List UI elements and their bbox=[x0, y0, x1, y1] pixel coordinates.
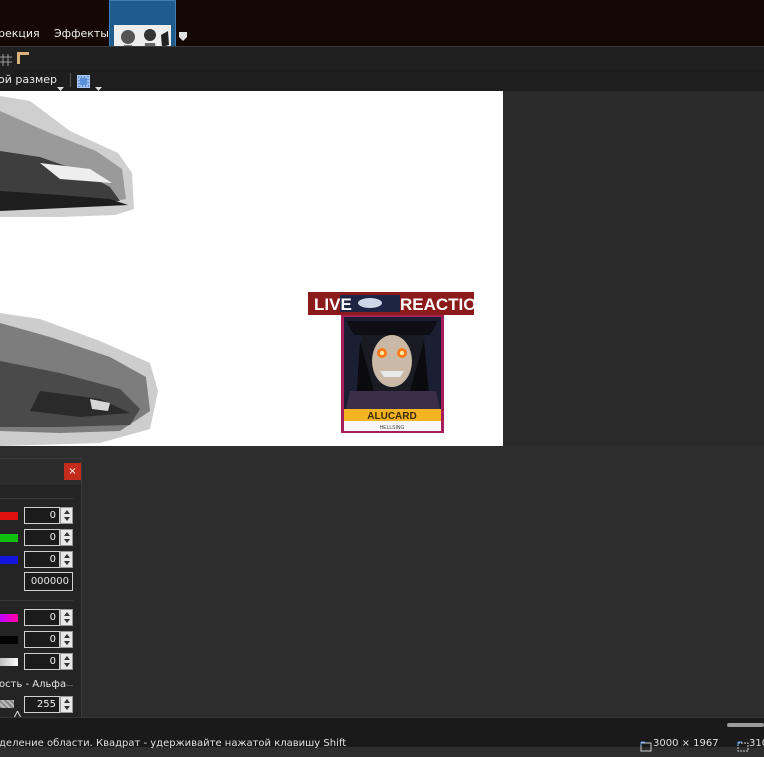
hue-input[interactable]: 0 bbox=[24, 609, 60, 626]
close-button[interactable]: × bbox=[64, 463, 81, 480]
alpha-label: ость - Альфа bbox=[0, 679, 67, 690]
colors-panel: × 0 0 0 000000 0 0 0 ость - Альфа 255 bbox=[0, 458, 82, 723]
slider-handle-icon[interactable] bbox=[13, 703, 22, 719]
green-spinner[interactable] bbox=[60, 529, 73, 546]
alpha-slider[interactable] bbox=[0, 700, 14, 708]
workspace-background bbox=[503, 91, 764, 446]
divider bbox=[0, 498, 73, 499]
blue-input[interactable]: 0 bbox=[24, 551, 60, 568]
alpha-input[interactable]: 255 bbox=[24, 696, 60, 713]
status-bar: деление области. Квадрат - удерживайте н… bbox=[0, 717, 764, 752]
size-mode-dropdown[interactable]: ой размер bbox=[0, 73, 57, 86]
saturation-input[interactable]: 0 bbox=[24, 631, 60, 648]
tools-toolbar bbox=[0, 46, 764, 71]
green-input[interactable]: 0 bbox=[24, 529, 60, 546]
selection-size-icon bbox=[737, 738, 749, 752]
saturation-slider[interactable] bbox=[0, 636, 18, 644]
alpha-spinner[interactable] bbox=[60, 696, 73, 713]
series-name: HELLSING bbox=[380, 425, 405, 431]
hex-input[interactable]: 000000 bbox=[24, 572, 73, 591]
value-slider[interactable] bbox=[0, 658, 18, 666]
blue-spinner[interactable] bbox=[60, 551, 73, 568]
image-size: 3000 × 1967 bbox=[653, 738, 719, 749]
image-canvas[interactable]: LIVE REACTION ALUCARD HELLSING bbox=[0, 91, 503, 446]
chevron-down-icon[interactable] bbox=[57, 77, 64, 91]
separator bbox=[70, 73, 71, 87]
divider bbox=[66, 685, 73, 686]
image-size-icon bbox=[640, 738, 652, 752]
grid-icon[interactable] bbox=[0, 51, 12, 66]
green-slider[interactable] bbox=[0, 534, 18, 542]
options-toolbar: ой размер bbox=[0, 70, 764, 92]
red-spinner[interactable] bbox=[60, 507, 73, 524]
antialias-icon[interactable] bbox=[77, 73, 90, 88]
character-name: ALUCARD bbox=[367, 411, 416, 422]
saturation-spinner[interactable] bbox=[60, 631, 73, 648]
red-slider[interactable] bbox=[0, 512, 18, 520]
menu-bar: рекция Эффекты bbox=[0, 0, 764, 68]
live-label: LIVE bbox=[314, 295, 352, 314]
blue-slider[interactable] bbox=[0, 556, 18, 564]
horizontal-scrollbar[interactable] bbox=[727, 723, 764, 727]
canvas-artwork: LIVE REACTION ALUCARD HELLSING bbox=[0, 91, 503, 446]
tab-overflow-icon[interactable] bbox=[179, 27, 187, 41]
reaction-label: REACTION bbox=[400, 295, 489, 314]
hue-slider[interactable] bbox=[0, 614, 18, 622]
menu-effects[interactable]: Эффекты bbox=[54, 27, 109, 40]
hue-spinner[interactable] bbox=[60, 609, 73, 626]
value-input[interactable]: 0 bbox=[24, 653, 60, 670]
panel-header: × bbox=[0, 459, 81, 485]
chevron-down-icon[interactable] bbox=[95, 77, 102, 91]
selection-size: 310 bbox=[749, 738, 764, 749]
value-spinner[interactable] bbox=[60, 653, 73, 670]
divider bbox=[0, 600, 73, 601]
ruler-icon[interactable] bbox=[16, 50, 30, 64]
status-hint: деление области. Квадрат - удерживайте н… bbox=[0, 738, 347, 749]
menu-correction[interactable]: рекция bbox=[0, 27, 40, 40]
red-input[interactable]: 0 bbox=[24, 507, 60, 524]
